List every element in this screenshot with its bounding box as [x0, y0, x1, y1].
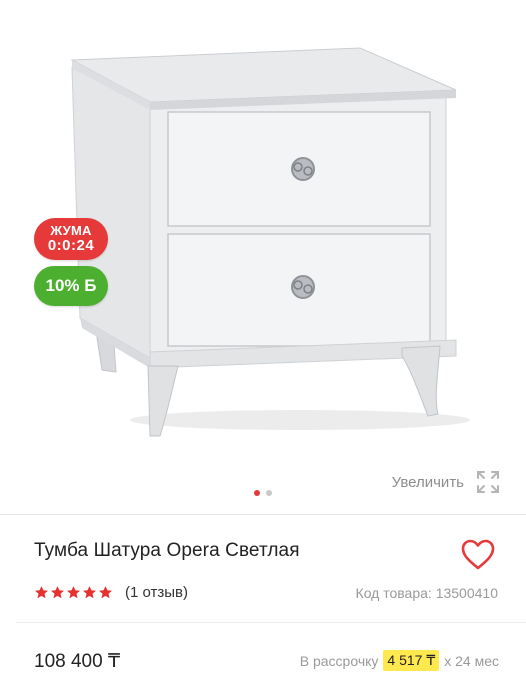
- divider: [0, 514, 526, 515]
- bonus-badge: 10% Б: [34, 266, 108, 306]
- zoom-label: Увеличить: [391, 473, 464, 491]
- gallery-dot[interactable]: [266, 490, 272, 496]
- star-icon: [83, 586, 96, 599]
- heart-outline-icon[interactable]: [458, 535, 498, 575]
- gallery-pagination: [0, 490, 526, 496]
- gallery-dot-active[interactable]: [254, 490, 260, 496]
- price: 108 400 ₸: [34, 651, 121, 672]
- divider: [16, 622, 526, 623]
- friday-badge-timer: 0:0:24: [47, 237, 95, 254]
- product-code: Код товара: 13500410: [355, 585, 498, 601]
- product-gallery[interactable]: ЖУМА 0:0:24 10% Б Увеличить: [0, 0, 526, 512]
- star-icon: [51, 586, 64, 599]
- star-icon: [99, 586, 112, 599]
- installment-term: x 24 мес: [444, 652, 499, 669]
- friday-sale-badge: ЖУМА 0:0:24: [34, 218, 108, 260]
- rating: (1 отзыв): [34, 584, 188, 601]
- friday-badge-title: ЖУМА: [50, 223, 92, 238]
- installment-amount: 4 517 ₸: [383, 650, 440, 671]
- rating-stars: [34, 585, 113, 600]
- star-icon: [67, 586, 80, 599]
- installment-prefix: В рассрочку: [299, 652, 379, 669]
- product-title: Тумба Шатура Opera Светлая: [34, 540, 300, 561]
- reviews-link[interactable]: (1 отзыв): [125, 584, 188, 601]
- star-icon: [35, 586, 48, 599]
- installment-info[interactable]: В рассрочку 4 517 ₸ x 24 мес: [300, 650, 499, 671]
